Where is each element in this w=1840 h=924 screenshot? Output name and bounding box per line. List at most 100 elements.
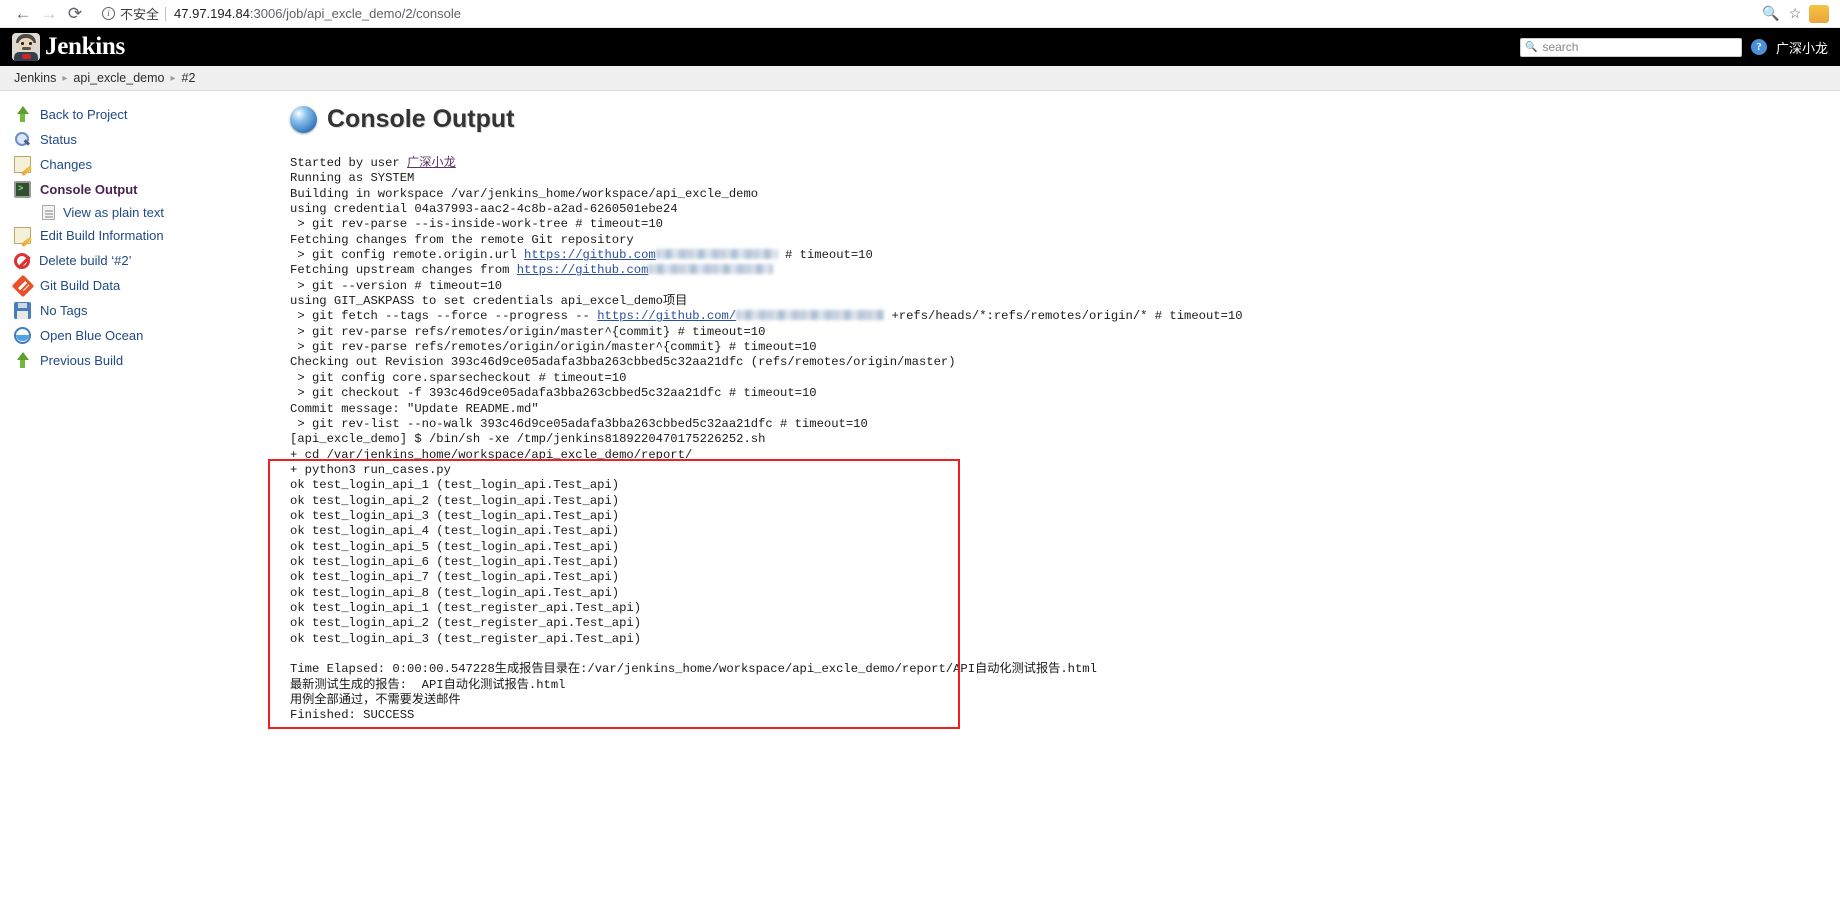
redacted-url-segment: [648, 264, 774, 275]
log-line-test-result: ok test_login_api_4 (test_login_api.Test…: [290, 524, 620, 539]
log-line-git-version: > git --version # timeout=10: [290, 278, 503, 293]
up-arrow-icon: [14, 106, 31, 123]
log-line-test-result: ok test_login_api_3 (test_login_api.Test…: [290, 508, 620, 523]
log-line-commit-message: Commit message: "Update README.md": [290, 401, 539, 416]
address-bar[interactable]: i 不安全 47.97.194.84:3006/job/api_excle_de…: [96, 2, 1808, 25]
log-line-credential: using credential 04a37993-aac2-4c8b-a2ad…: [290, 202, 678, 217]
forward-arrow-icon[interactable]: →: [36, 1, 62, 27]
log-line-fetching-changes: Fetching changes from the remote Git rep…: [290, 232, 634, 247]
log-line-fetch-suffix: +refs/heads/*:refs/remotes/origin/* # ti…: [884, 309, 1243, 324]
log-line-running-as: Running as SYSTEM: [290, 171, 415, 186]
jenkins-logo[interactable]: Jenkins: [12, 33, 125, 61]
sidebar-item-label: Open Blue Ocean: [40, 328, 144, 343]
sidebar-item-label: Previous Build: [40, 353, 124, 368]
log-line-revparse-origin-master: > git rev-parse refs/remotes/origin/orig…: [290, 340, 817, 355]
log-line-rev-parse-inside: > git rev-parse --is-inside-work-tree # …: [290, 217, 663, 232]
sidebar-item-status[interactable]: Status: [0, 127, 268, 152]
log-line-cd: + cd /var/jenkins_home/workspace/api_exc…: [290, 447, 693, 462]
breadcrumb-separator: ▸: [170, 72, 176, 84]
reload-icon[interactable]: ⟳: [62, 1, 88, 27]
log-line-finished: Finished: SUCCESS: [290, 708, 415, 723]
pencil-note-icon: [14, 227, 31, 244]
started-by-user-link[interactable]: 广深小龙: [407, 156, 456, 170]
console-log: Started by user 广深小龙 Running as SYSTEM B…: [290, 156, 1840, 724]
sidebar-item-back-to-project[interactable]: Back to Project: [0, 102, 268, 127]
redacted-url-segment: [655, 249, 778, 260]
page-title: Console Output: [327, 105, 515, 133]
url-host: 47.97.194.84: [174, 6, 250, 21]
jenkins-brand-title: Jenkins: [45, 33, 125, 60]
breadcrumb-item-build[interactable]: #2: [182, 71, 196, 85]
breadcrumb-separator: ▸: [62, 72, 68, 84]
log-line-python: + python3 run_cases.py: [290, 462, 451, 477]
magnifier-icon: [14, 131, 31, 148]
search-box[interactable]: 🔍: [1519, 37, 1742, 57]
help-icon[interactable]: ?: [1750, 39, 1767, 55]
log-line-askpass: using GIT_ASKPASS to set credentials api…: [290, 294, 688, 309]
sidebar-item-label: Console Output: [40, 182, 138, 197]
zoom-search-icon[interactable]: 🔍: [1760, 3, 1782, 25]
breadcrumb-item-jenkins[interactable]: Jenkins: [14, 71, 56, 85]
back-arrow-icon[interactable]: ←: [10, 1, 36, 27]
user-name-link[interactable]: 广深小龙: [1776, 38, 1828, 57]
log-line-time-elapsed: Time Elapsed: 0:00:00.547228生成报告目录在:/var…: [290, 662, 1097, 677]
log-line-building: Building in workspace /var/jenkins_home/…: [290, 186, 759, 201]
sidebar: Back to Project Status Changes Console O…: [0, 91, 268, 924]
sidebar-item-label: Delete build ‘#2’: [39, 253, 132, 268]
console-output-header: Console Output: [290, 105, 1840, 134]
log-line-revlist: > git rev-list --no-walk 393c46d9ce05ada…: [290, 416, 868, 431]
log-line-test-result: ok test_login_api_1 (test_register_api.T…: [290, 600, 642, 615]
sidebar-item-label: No Tags: [40, 303, 88, 318]
sidebar-item-label: Back to Project: [40, 107, 128, 122]
sidebar-item-git-build-data[interactable]: Git Build Data: [0, 273, 268, 298]
log-line-test-result: ok test_login_api_8 (test_login_api.Test…: [290, 585, 620, 600]
log-line-test-result: ok test_login_api_5 (test_login_api.Test…: [290, 539, 620, 554]
redacted-url-segment: [736, 310, 885, 321]
sidebar-item-console-output[interactable]: Console Output: [0, 177, 268, 202]
sidebar-item-no-tags[interactable]: No Tags: [0, 298, 268, 323]
sidebar-item-previous-build[interactable]: Previous Build: [0, 348, 268, 373]
log-line-latest-report: 最新测试生成的报告: API自动化测试报告.html: [290, 677, 566, 692]
document-icon: [42, 205, 55, 220]
git-icon: [11, 274, 35, 297]
omnibox-divider: [165, 6, 167, 21]
log-line-test-result: ok test_login_api_2 (test_login_api.Test…: [290, 493, 620, 508]
jenkins-header: Jenkins 🔍 ? 广深小龙: [0, 28, 1840, 66]
security-label: 不安全: [120, 7, 160, 22]
breadcrumb: Jenkins ▸ api_excle_demo ▸ #2: [0, 66, 1840, 91]
search-icon: 🔍: [1524, 41, 1538, 53]
site-info-icon[interactable]: i: [102, 7, 115, 20]
page-body: Back to Project Status Changes Console O…: [0, 91, 1840, 924]
pencil-note-icon: [14, 156, 31, 173]
log-line-sparsecheckout: > git config core.sparsecheckout # timeo…: [290, 370, 627, 385]
git-origin-url-link[interactable]: https://github.com: [524, 248, 656, 262]
log-line-all-pass: 用例全部通过，不需要发送邮件: [290, 693, 461, 708]
git-upstream-url-link[interactable]: https://github.com: [517, 263, 649, 277]
terminal-icon: [14, 181, 31, 198]
breadcrumb-item-job[interactable]: api_excle_demo: [73, 71, 164, 85]
sidebar-item-label: Changes: [40, 157, 93, 172]
puzzle-extension-icon[interactable]: [1808, 3, 1830, 25]
log-line-test-result: ok test_login_api_7 (test_login_api.Test…: [290, 570, 620, 585]
sidebar-item-edit-build-information[interactable]: Edit Build Information: [0, 223, 268, 248]
log-line-fetch-prefix: > git fetch --tags --force --progress --: [290, 309, 598, 324]
search-input[interactable]: [1540, 39, 1737, 55]
log-line-checkout-f: > git checkout -f 393c46d9ce05adafa3bba2…: [290, 386, 817, 401]
star-icon[interactable]: ☆: [1784, 3, 1806, 25]
url-path: :3006/job/api_excle_demo/2/console: [249, 6, 461, 21]
sidebar-subitem-view-as-plain-text[interactable]: View as plain text: [0, 202, 268, 223]
log-line-started-by: Started by user: [290, 156, 408, 170]
sidebar-item-open-blue-ocean[interactable]: Open Blue Ocean: [0, 323, 268, 348]
log-line-test-result: ok test_login_api_3 (test_register_api.T…: [290, 631, 642, 646]
browser-toolbar: ← → ⟳ i 不安全 47.97.194.84:3006/job/api_ex…: [0, 0, 1840, 28]
deny-icon: [14, 252, 30, 269]
sidebar-item-label: Edit Build Information: [40, 228, 164, 243]
sidebar-subitem-label: View as plain text: [63, 205, 164, 220]
sidebar-item-label: Status: [40, 132, 77, 147]
log-line-fetch-upstream-prefix: Fetching upstream changes from: [290, 263, 517, 278]
log-line-test-result: ok test_login_api_1 (test_login_api.Test…: [290, 478, 620, 493]
git-fetch-url-link[interactable]: https://github.com/: [597, 309, 736, 323]
sidebar-item-changes[interactable]: Changes: [0, 152, 268, 177]
sidebar-item-delete-build[interactable]: Delete build ‘#2’: [0, 248, 268, 273]
jenkins-butler-icon: [12, 33, 40, 61]
